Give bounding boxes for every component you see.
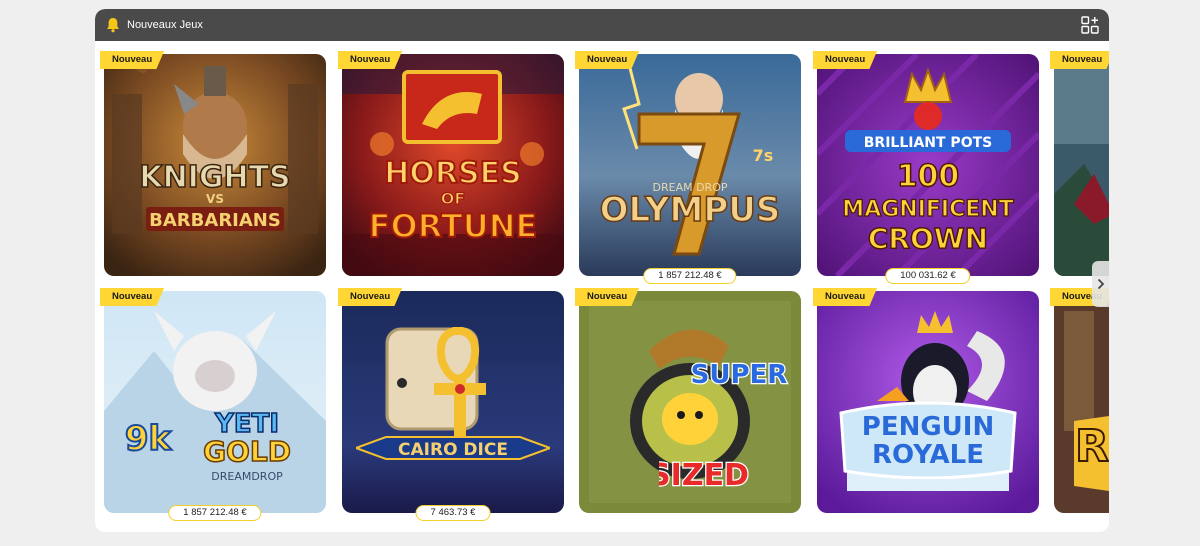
section-title: Nouveaux Jeux: [127, 19, 203, 31]
game-logo: KNIGHTS VS BARBARIANS: [139, 159, 291, 231]
new-badge: Nouveau: [813, 51, 878, 69]
game-logo: BRILLIANT POTS 100 MAGNIFICENT CROWN: [842, 130, 1014, 254]
logo-line: MAGNIFICENT: [842, 197, 1013, 222]
game-logo: HORSES OF FORTUNE: [368, 155, 539, 244]
grid-add-icon[interactable]: [1081, 16, 1099, 34]
logo-line: BARBARIANS: [149, 210, 281, 231]
logo-line: OLYMPUS: [600, 190, 781, 229]
chevron-right-icon: [1097, 278, 1104, 290]
logo-line: SUPER: [691, 360, 788, 390]
game-logo: 7s DREAM DROP OLYMPUS: [599, 146, 781, 229]
logo-line: R: [1075, 421, 1109, 472]
new-badge: Nouveau: [338, 288, 403, 306]
game-card-super-sized[interactable]: Nouveau SUPER SIZED: [575, 288, 801, 513]
game-thumbnail: [1054, 54, 1109, 276]
game-card-yeti-gold[interactable]: Nouveau 9k YETI GOLD DREAMDROP 1 857 212…: [100, 288, 326, 521]
logo-line: KNIGHTS: [139, 160, 290, 195]
jackpot-amount: 7 463.73 €: [415, 505, 491, 521]
new-games-panel: Nouveaux Jeux Nouveau KNIGHTS VS BARBARI…: [95, 9, 1109, 532]
logo-line: HORSES: [384, 156, 521, 191]
logo-line: OF: [441, 189, 466, 208]
game-card-knights-vs-barbarians[interactable]: Nouveau KNIGHTS VS BARBARIANS: [100, 51, 326, 276]
logo-line: 7s: [753, 146, 774, 165]
new-badge: Nouveau: [575, 288, 640, 306]
logo-line: 9k: [125, 419, 173, 459]
new-badge: Nouveau: [813, 288, 878, 306]
game-card-partial-1[interactable]: Nouveau: [1050, 51, 1109, 276]
game-card-partial-2[interactable]: Nouveau R: [1050, 288, 1109, 513]
jackpot-amount: 1 857 212.48 €: [168, 505, 262, 521]
logo-line: SIZED: [659, 458, 749, 493]
logo-line: GOLD: [203, 435, 291, 468]
game-card-cairo-dice[interactable]: Nouveau CAIRO DICE 7 463.73 €: [338, 288, 564, 521]
logo-line: PENGUIN: [862, 412, 994, 442]
game-card-horses-of-fortune[interactable]: Nouveau HORSES OF FORTUNE: [338, 51, 564, 276]
new-badge: Nouveau: [338, 51, 403, 69]
jackpot-amount: 100 031.62 €: [885, 268, 971, 284]
games-carousel[interactable]: Nouveau KNIGHTS VS BARBARIANS Nouveau HO…: [95, 41, 1109, 532]
game-logo: 9k YETI GOLD DREAMDROP: [124, 408, 292, 483]
jackpot-amount: 1 857 212.48 €: [643, 268, 737, 284]
logo-line: ROYALE: [872, 440, 984, 470]
game-logo: CAIRO DICE: [356, 436, 550, 460]
game-logo: PENGUIN ROYALE: [839, 401, 1017, 479]
logo-line: CAIRO DICE: [398, 440, 508, 460]
new-badge: Nouveau: [1050, 51, 1109, 69]
panel-header: Nouveaux Jeux: [95, 9, 1109, 41]
new-badge: Nouveau: [100, 288, 165, 306]
game-card-100-magnificent-crown[interactable]: Nouveau BRILLIANT POTS 100 MAGNIFICENT C…: [813, 51, 1039, 284]
game-card-olympus-dream-drop[interactable]: Nouveau 7s DREAM DROP OLYMPUS 1 857 212.…: [575, 51, 801, 284]
game-thumbnail: [342, 291, 564, 513]
logo-line: VS: [206, 192, 224, 206]
game-logo: R: [1074, 420, 1109, 473]
game-card-penguin-royale[interactable]: Nouveau PENGUIN ROYALE: [813, 288, 1039, 513]
logo-line: CROWN: [868, 222, 988, 254]
bell-icon: [107, 18, 119, 33]
logo-line: FORTUNE: [369, 207, 538, 244]
logo-line: DREAMDROP: [211, 470, 283, 483]
new-badge: Nouveau: [575, 51, 640, 69]
new-badge: Nouveau: [100, 51, 165, 69]
carousel-next-button[interactable]: [1092, 261, 1109, 307]
game-logo: SUPER SIZED: [659, 359, 789, 493]
logo-line: BRILLIANT POTS: [864, 135, 992, 151]
logo-line: 100: [897, 159, 960, 194]
